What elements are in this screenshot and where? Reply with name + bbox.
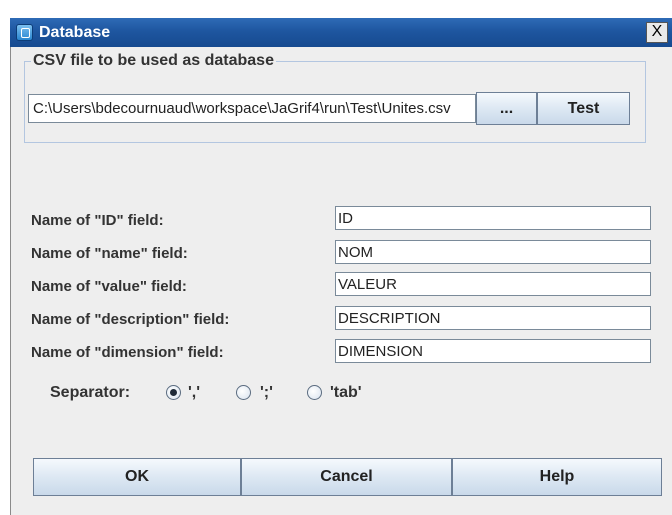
csv-path-input[interactable] <box>28 94 476 123</box>
csv-group-legend: CSV file to be used as database <box>33 52 274 69</box>
description-field-label: Name of "description" field: <box>31 311 230 328</box>
ok-button[interactable]: OK <box>33 458 241 496</box>
name-field-label: Name of "name" field: <box>31 245 188 262</box>
separator-label: Separator: <box>50 384 131 401</box>
description-field-input[interactable] <box>335 306 651 330</box>
value-field-input[interactable] <box>335 272 651 296</box>
separator-comma-label[interactable]: ',' <box>188 384 200 402</box>
app-icon <box>16 24 33 41</box>
id-field-input[interactable] <box>335 206 651 230</box>
test-button[interactable]: Test <box>537 92 630 125</box>
close-button[interactable]: X <box>646 22 668 43</box>
cancel-button[interactable]: Cancel <box>241 458 452 496</box>
separator-semicolon-radio[interactable] <box>236 385 251 400</box>
dimension-field-label: Name of "dimension" field: <box>31 344 224 361</box>
name-field-input[interactable] <box>335 240 651 264</box>
separator-tab-radio[interactable] <box>307 385 322 400</box>
dimension-field-input[interactable] <box>335 339 651 363</box>
browse-button[interactable]: ... <box>476 92 537 125</box>
title-bar[interactable]: Database X <box>10 18 672 47</box>
separator-semicolon-label[interactable]: ';' <box>260 384 273 402</box>
separator-tab-label[interactable]: 'tab' <box>330 384 362 402</box>
window-title: Database <box>39 24 111 41</box>
id-field-label: Name of "ID" field: <box>31 212 164 229</box>
separator-comma-radio[interactable] <box>166 385 181 400</box>
help-button[interactable]: Help <box>452 458 662 496</box>
value-field-label: Name of "value" field: <box>31 278 187 295</box>
